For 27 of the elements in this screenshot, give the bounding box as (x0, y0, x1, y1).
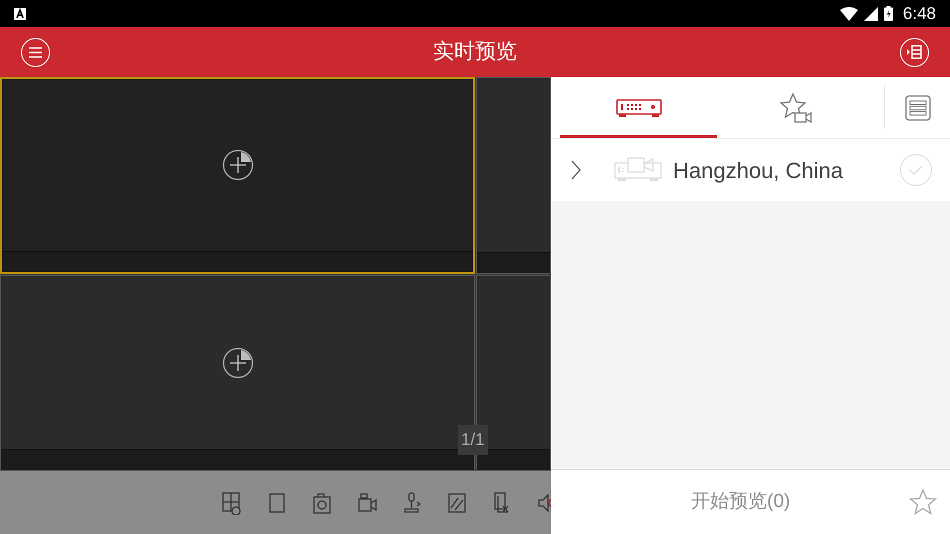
check-icon (909, 165, 923, 175)
wifi-icon (840, 6, 858, 20)
notification-icon (14, 8, 26, 20)
star-icon[interactable] (908, 487, 938, 517)
signal-icon (864, 6, 878, 20)
select-checkbox[interactable] (900, 154, 932, 186)
video-cell[interactable] (0, 77, 475, 274)
star-camera-icon (778, 92, 812, 124)
list-icon (904, 94, 930, 120)
expand-chevron-icon[interactable] (571, 160, 581, 180)
split-screen-icon[interactable] (221, 490, 243, 514)
layout-icon (907, 45, 922, 59)
menu-icon (29, 46, 42, 58)
camera-recorder-icon (614, 157, 662, 183)
image-quality-icon[interactable] (446, 490, 468, 514)
layout-button[interactable] (900, 38, 929, 66)
status-time: 6:48 (902, 2, 936, 25)
menu-button[interactable] (21, 38, 50, 66)
page-indicator: 1/1 (458, 425, 488, 454)
battery-icon (884, 6, 893, 21)
video-cell[interactable] (476, 77, 551, 274)
screen-title: 实时预览 (433, 39, 517, 66)
video-camera-icon[interactable] (356, 490, 378, 514)
add-camera-icon[interactable] (222, 346, 254, 378)
recorder-icon (616, 98, 662, 118)
camera-icon[interactable] (311, 490, 333, 514)
add-camera-icon[interactable] (222, 149, 254, 181)
